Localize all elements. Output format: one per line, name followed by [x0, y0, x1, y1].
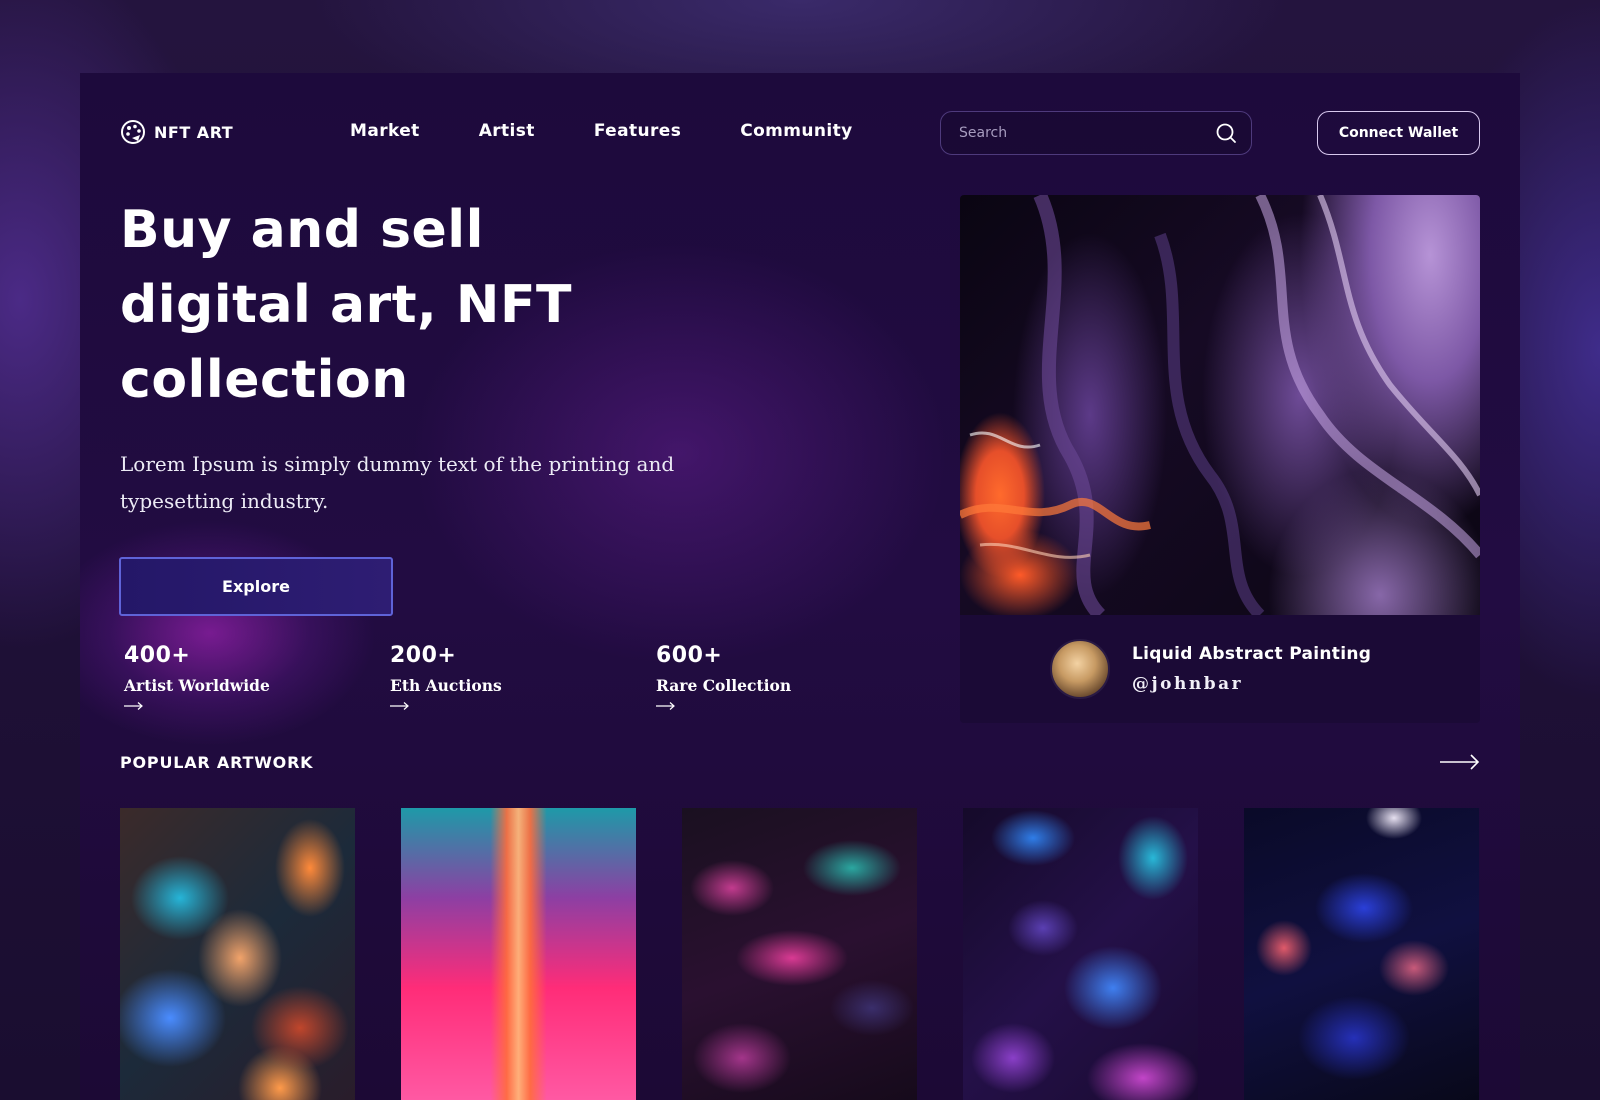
arrow-right-icon[interactable]	[656, 701, 676, 711]
artwork-card[interactable]	[401, 808, 636, 1100]
hero-subtitle: Lorem Ipsum is simply dummy text of the …	[120, 452, 675, 513]
stat-value: 200+	[390, 643, 457, 668]
brand-logo[interactable]: NFT ART	[120, 119, 233, 145]
stat-artists: 400+ Artist Worldwide	[124, 643, 270, 711]
stat-collection: 600+ Rare Collection	[656, 643, 791, 711]
nav-item-market[interactable]: Market	[350, 121, 420, 141]
artwork-card[interactable]	[120, 808, 355, 1100]
section-title: POPULAR ARTWORK	[120, 753, 314, 772]
stat-label: Rare Collection	[656, 676, 792, 695]
arrow-right-icon[interactable]	[124, 701, 144, 711]
brand-name: NFT ART	[154, 122, 234, 142]
nav-item-community[interactable]: Community	[740, 121, 852, 141]
search-icon[interactable]	[1215, 122, 1237, 144]
featured-artwork-card[interactable]: Liquid Abstract Painting @johnbar	[960, 195, 1480, 723]
stat-auctions: 200+ Eth Auctions	[390, 643, 502, 711]
featured-artwork-image	[960, 195, 1480, 615]
stat-value: 400+	[124, 643, 191, 668]
explore-button[interactable]: Explore	[119, 557, 393, 616]
arrow-right-icon[interactable]	[1440, 753, 1480, 771]
stat-value: 600+	[656, 643, 723, 668]
featured-artwork-author[interactable]: @johnbar	[1132, 674, 1371, 694]
stat-label: Artist Worldwide	[124, 676, 270, 695]
nav-item-features[interactable]: Features	[594, 121, 681, 141]
page-card: NFT ART Market Artist Features Community…	[80, 73, 1520, 1100]
search-box	[940, 111, 1252, 155]
artwork-card[interactable]	[963, 808, 1198, 1100]
avatar[interactable]	[1050, 639, 1110, 699]
arrow-right-icon[interactable]	[390, 701, 410, 711]
liquid-swirl-graphic	[960, 195, 1480, 615]
popular-artwork-list	[120, 808, 1479, 1100]
hero-title: Buy and sell digital art, NFT collection	[120, 200, 572, 410]
nav-item-artist[interactable]: Artist	[479, 121, 535, 141]
connect-wallet-button[interactable]: Connect Wallet	[1317, 111, 1480, 155]
featured-artwork-info: Liquid Abstract Painting @johnbar	[960, 615, 1480, 723]
main-nav: Market Artist Features Community	[350, 121, 853, 141]
artwork-card[interactable]	[682, 808, 917, 1100]
stat-label: Eth Auctions	[390, 676, 502, 695]
featured-artwork-title: Liquid Abstract Painting	[1132, 644, 1372, 664]
palette-icon	[121, 120, 145, 144]
artwork-card[interactable]	[1244, 808, 1479, 1100]
search-input[interactable]	[959, 125, 1215, 141]
